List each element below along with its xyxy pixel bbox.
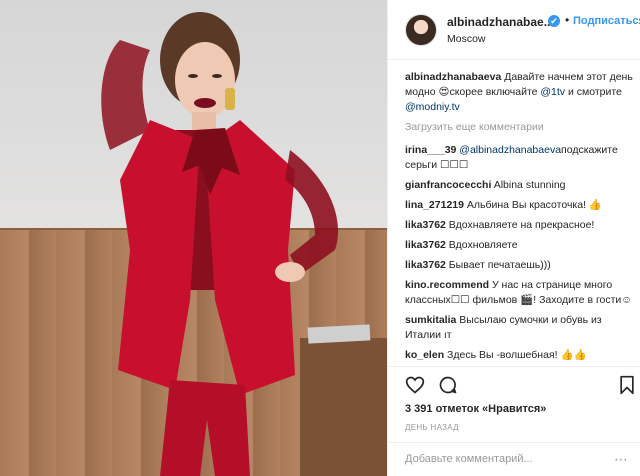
comment-text: Albina stunning (491, 179, 566, 191)
comments-list: albinadzhanabaeva Давайте начнем этот де… (405, 70, 635, 368)
caption-text-3: и смотрите (565, 86, 622, 98)
bookmark-icon[interactable] (617, 375, 637, 395)
comment-icon[interactable] (438, 375, 458, 395)
verified-icon: ✔ (548, 15, 560, 27)
comment-username[interactable]: ko_elen (405, 349, 444, 361)
comment-username[interactable]: sumkitalia (405, 314, 456, 326)
caption-emoji: 😍 (438, 86, 450, 98)
separator-dot: • (565, 13, 570, 27)
comment-text: Бывает печатаешь))) (445, 259, 551, 271)
location-link[interactable]: Moscow (447, 33, 486, 45)
comment: lina_271219 Альбина Вы красоточка! 👍 (405, 198, 635, 213)
post-header: albinadzhanabae... ✔ • Подписаться Mosco… (388, 0, 640, 60)
comment-input[interactable] (405, 453, 605, 465)
comment: lika3762 Бывает печатаешь))) (405, 258, 635, 273)
comment: gianfrancocecchi Albina stunning (405, 178, 635, 193)
comment-username[interactable]: lika3762 (405, 259, 446, 271)
more-options-icon[interactable]: ⋯ (614, 451, 628, 468)
comment-text: Вдохновляете (445, 239, 518, 251)
action-bar (388, 366, 640, 402)
likes-count[interactable]: 3 391 отметок «Нравится» (405, 403, 546, 415)
comment: irina___39 @albinadzhanabaevaподскажите … (405, 143, 635, 173)
timestamp[interactable]: ДЕНЬ НАЗАД (405, 423, 459, 432)
load-more-comments[interactable]: Загрузить еще комментарии (405, 120, 635, 135)
comment: sumkitalia Высылаю сумочки и обувь из Ит… (405, 313, 635, 343)
comment-username[interactable]: irina___39 (405, 144, 456, 156)
post-photo[interactable] (0, 0, 387, 476)
comment-username[interactable]: lina_271219 (405, 199, 464, 211)
avatar[interactable] (405, 14, 437, 46)
comment: kino.recommend У нас на странице много к… (405, 278, 635, 308)
comment-text: Альбина Вы красоточка! 👍 (463, 199, 602, 211)
caption-text-2: скорее включайте (449, 86, 541, 98)
caption-username[interactable]: albinadzhanabaeva (405, 71, 501, 83)
caption-mention-modniy[interactable]: @modniy.tv (405, 101, 460, 113)
caption-mention-1tv[interactable]: @1tv (540, 86, 565, 98)
comment-username[interactable]: lika3762 (405, 239, 446, 251)
add-comment-bar: ⋯ (388, 442, 640, 476)
caption: albinadzhanabaeva Давайте начнем этот де… (405, 70, 635, 115)
heart-icon[interactable] (405, 375, 425, 395)
comment-username[interactable]: lika3762 (405, 219, 446, 231)
comment-text: Здесь Вы -волшебная! 👍👍 (444, 349, 587, 361)
comment-mention[interactable]: @albinadzhanabaeva (456, 144, 561, 156)
follow-button[interactable]: Подписаться (573, 15, 640, 27)
instagram-post: albinadzhanabae... ✔ • Подписаться Mosco… (0, 0, 640, 476)
comment: lika3762 Вдохнавляете на прекрасное! (405, 218, 635, 233)
comment: lika3762 Вдохновляете (405, 238, 635, 253)
comment-username[interactable]: kino.recommend (405, 279, 489, 291)
comment: ko_elen Здесь Вы -волшебная! 👍👍 (405, 348, 635, 363)
header-username[interactable]: albinadzhanabae... (447, 15, 554, 29)
woman-in-red-suit (101, 12, 338, 476)
comment-username[interactable]: gianfrancocecchi (405, 179, 491, 191)
post-sidebar: albinadzhanabae... ✔ • Подписаться Mosco… (387, 0, 640, 476)
comment-text: Вдохнавляете на прекрасное! (445, 219, 595, 231)
